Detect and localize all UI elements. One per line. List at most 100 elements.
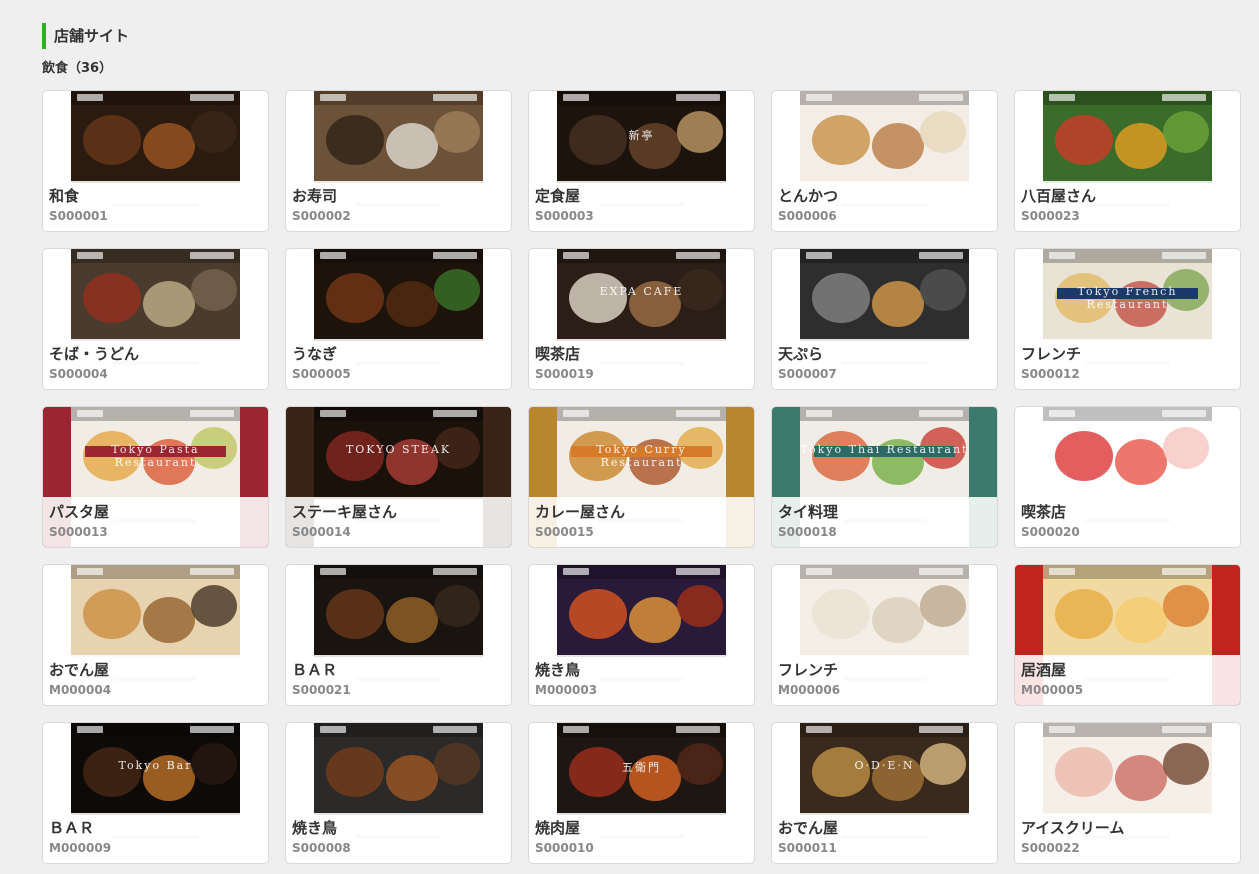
food-photo-shape bbox=[920, 269, 966, 311]
food-photo-shape bbox=[386, 755, 438, 801]
thumbnail-logo bbox=[806, 568, 832, 575]
thumbnail-header bbox=[800, 565, 969, 579]
template-code: S000007 bbox=[778, 367, 837, 381]
thumbnail-logo bbox=[320, 726, 346, 733]
template-thumbnail bbox=[314, 565, 483, 657]
food-photo-shape bbox=[629, 597, 681, 643]
food-photo-shape bbox=[83, 589, 141, 639]
template-code: S000013 bbox=[49, 525, 108, 539]
template-thumbnail: EXPA CAFE bbox=[557, 249, 726, 341]
template-thumbnail: O·D·E·N bbox=[800, 723, 969, 815]
template-card[interactable]: 八百屋さん S000023 bbox=[1014, 90, 1241, 232]
thumbnail-header bbox=[557, 249, 726, 263]
thumbnail-header bbox=[800, 407, 969, 421]
template-thumbnail bbox=[1043, 407, 1212, 499]
food-photo-shape bbox=[386, 123, 438, 169]
template-name: タイ料理 bbox=[778, 503, 839, 521]
template-card[interactable]: Tokyo French Restaurant フレンチ S000012 bbox=[1014, 248, 1241, 390]
thumbnail-phone bbox=[676, 410, 720, 417]
thumbnail-logo bbox=[563, 568, 589, 575]
template-card[interactable]: ＢＡＲ S000021 bbox=[285, 564, 512, 706]
template-card[interactable]: とんかつ S000006 bbox=[771, 90, 998, 232]
template-name: ＢＡＲ bbox=[292, 661, 338, 679]
card-label: 定食屋 S000003 bbox=[529, 181, 754, 231]
thumbnail-phone bbox=[433, 94, 477, 101]
template-card[interactable]: EXPA CAFE 喫茶店 S000019 bbox=[528, 248, 755, 390]
thumbnail-phone bbox=[433, 410, 477, 417]
template-code: S000010 bbox=[535, 841, 594, 855]
thumbnail-phone bbox=[433, 252, 477, 259]
template-card[interactable]: Tokyo Thai Restaurant タイ料理 S000018 bbox=[771, 406, 998, 548]
template-code: S000008 bbox=[292, 841, 351, 855]
card-label: フレンチ M000006 bbox=[772, 655, 997, 705]
thumbnail-logo bbox=[1049, 726, 1075, 733]
thumbnail-caption: EXPA CAFE bbox=[599, 285, 684, 298]
template-card[interactable]: Tokyo Bar ＢＡＲ M000009 bbox=[42, 722, 269, 864]
card-label: うなぎ S000005 bbox=[286, 339, 511, 389]
thumbnail-logo bbox=[1049, 94, 1075, 101]
template-name: 焼き鳥 bbox=[292, 819, 338, 837]
template-thumbnail bbox=[314, 723, 483, 815]
category-title: 飲食（36） bbox=[42, 61, 113, 76]
food-photo-shape bbox=[1163, 427, 1209, 469]
template-card[interactable]: 焼き鳥 S000008 bbox=[285, 722, 512, 864]
thumbnail-logo bbox=[563, 94, 589, 101]
thumbnail-logo bbox=[1049, 252, 1075, 259]
template-card[interactable]: お寿司 S000002 bbox=[285, 90, 512, 232]
thumbnail-logo bbox=[320, 94, 346, 101]
template-card[interactable]: 和食 S000001 bbox=[42, 90, 269, 232]
template-card[interactable]: Tokyo Curry Restaurant カレー屋さん S000015 bbox=[528, 406, 755, 548]
template-card[interactable]: 居酒屋 M000005 bbox=[1014, 564, 1241, 706]
template-name: 喫茶店 bbox=[1021, 503, 1067, 521]
template-thumbnail bbox=[800, 91, 969, 183]
thumbnail-caption: 五衛門 bbox=[622, 761, 661, 774]
thumbnail-header bbox=[71, 91, 240, 105]
card-label: 焼き鳥 S000008 bbox=[286, 813, 511, 863]
template-card[interactable]: アイスクリーム S000022 bbox=[1014, 722, 1241, 864]
template-name: 喫茶店 bbox=[535, 345, 581, 363]
thumbnail-caption: Tokyo Thai Restaurant bbox=[800, 443, 969, 456]
thumbnail-header bbox=[71, 723, 240, 737]
template-code: S000018 bbox=[778, 525, 837, 539]
food-photo-shape bbox=[386, 281, 438, 327]
template-name: おでん屋 bbox=[49, 661, 110, 679]
template-card[interactable]: 新亭 定食屋 S000003 bbox=[528, 90, 755, 232]
template-thumbnail bbox=[71, 249, 240, 341]
template-name: 焼き鳥 bbox=[535, 661, 581, 679]
food-photo-shape bbox=[812, 589, 870, 639]
template-card[interactable]: TOKYO STEAK ステーキ屋さん S000014 bbox=[285, 406, 512, 548]
food-photo-shape bbox=[434, 111, 480, 153]
thumbnail-logo bbox=[563, 726, 589, 733]
card-label: 喫茶店 S000019 bbox=[529, 339, 754, 389]
template-card[interactable]: 焼き鳥 M000003 bbox=[528, 564, 755, 706]
template-card[interactable]: そば・うどん S000004 bbox=[42, 248, 269, 390]
template-card[interactable]: 喫茶店 S000020 bbox=[1014, 406, 1241, 548]
food-photo-shape bbox=[191, 269, 237, 311]
thumbnail-logo bbox=[77, 568, 103, 575]
thumbnail-header bbox=[1043, 565, 1212, 579]
template-card[interactable]: うなぎ S000005 bbox=[285, 248, 512, 390]
template-card[interactable]: 天ぷら S000007 bbox=[771, 248, 998, 390]
thumbnail-phone bbox=[1162, 568, 1206, 575]
thumbnail-header bbox=[71, 249, 240, 263]
card-label: おでん屋 M000004 bbox=[43, 655, 268, 705]
template-card[interactable]: おでん屋 M000004 bbox=[42, 564, 269, 706]
template-card[interactable]: Tokyo Pasta Restaurant パスタ屋 S000013 bbox=[42, 406, 269, 548]
food-photo-shape bbox=[1055, 431, 1113, 481]
thumbnail-header bbox=[314, 91, 483, 105]
food-photo-shape bbox=[386, 597, 438, 643]
template-thumbnail bbox=[557, 565, 726, 657]
thumbnail-phone bbox=[1162, 94, 1206, 101]
template-card[interactable]: O·D·E·N おでん屋 S000011 bbox=[771, 722, 998, 864]
thumbnail-header bbox=[314, 249, 483, 263]
food-photo-shape bbox=[1163, 585, 1209, 627]
template-name: 天ぷら bbox=[778, 345, 824, 363]
food-photo-shape bbox=[434, 269, 480, 311]
template-card[interactable]: フレンチ M000006 bbox=[771, 564, 998, 706]
thumbnail-phone bbox=[919, 568, 963, 575]
thumbnail-phone bbox=[919, 94, 963, 101]
template-thumbnail: Tokyo French Restaurant bbox=[1043, 249, 1212, 341]
template-thumbnail: Tokyo Curry Restaurant bbox=[557, 407, 726, 499]
template-card[interactable]: 五衛門 焼肉屋 S000010 bbox=[528, 722, 755, 864]
food-photo-shape bbox=[872, 281, 924, 327]
